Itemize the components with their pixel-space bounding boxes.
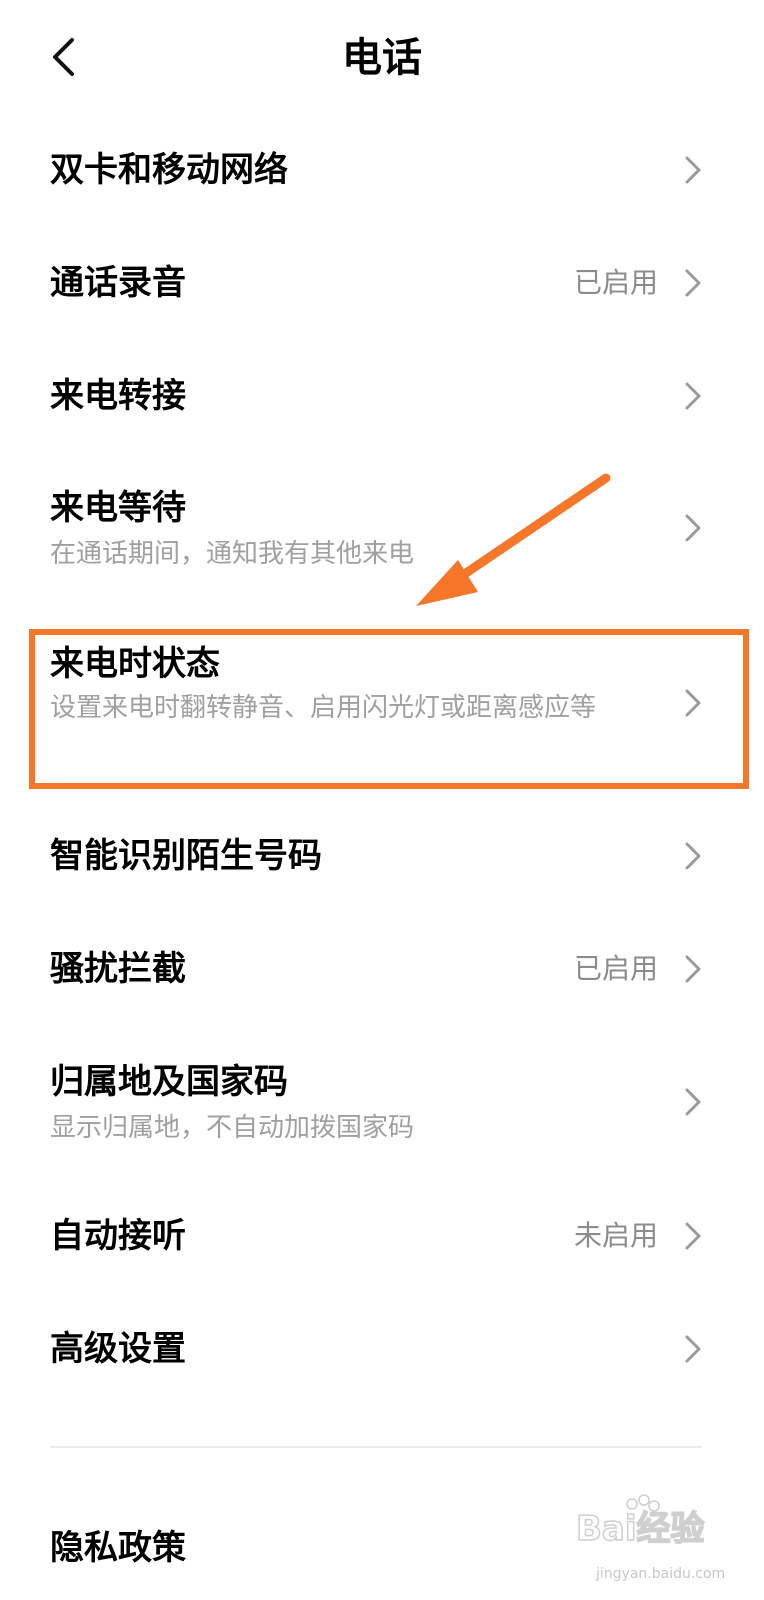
baidu-jingyan-watermark: Bai经验 [575,1494,705,1550]
annotation-arrow-icon [416,473,611,606]
chevron-right-icon [685,514,701,542]
item-status-value: 已启用 [573,266,658,299]
page-title: 电话 [342,35,422,81]
chevron-right-icon [685,1335,701,1363]
item-title: 双卡和移动网络 [50,150,288,190]
chevron-right-icon [685,1222,701,1250]
settings-item-call-forwarding[interactable]: 来电转接 [0,348,764,444]
settings-item-dual-sim[interactable]: 双卡和移动网络 [0,122,764,218]
item-title: 通话录音 [50,263,186,303]
item-title: 智能识别陌生号码 [50,836,322,876]
item-title: 归属地及国家码 [50,1062,288,1102]
settings-item-call-recording[interactable]: 通话录音 已启用 [0,235,764,331]
settings-item-location-country-code[interactable]: 归属地及国家码 显示归属地，不自动加拨国家码 [0,1038,764,1168]
settings-item-call-waiting[interactable]: 来电等待 在通话期间，通知我有其他来电 [0,464,764,594]
header-bar: 电话 [0,0,764,118]
item-status-value: 已启用 [573,952,658,985]
item-title: 来电转接 [50,376,186,416]
item-subtitle: 显示归属地，不自动加拨国家码 [50,1113,415,1143]
watermark-brand: Bai经验 [576,1509,705,1549]
section-divider [50,1446,702,1448]
settings-item-auto-answer[interactable]: 自动接听 未启用 [0,1188,764,1284]
item-title: 自动接听 [50,1216,186,1256]
item-title: 来电等待 [50,488,186,528]
chevron-right-icon [685,269,701,297]
highlight-annotation-box [29,629,749,789]
chevron-right-icon [685,156,701,184]
item-title: 隐私政策 [50,1528,186,1568]
chevron-right-icon [685,1088,701,1116]
chevron-right-icon [685,955,701,983]
item-title: 骚扰拦截 [50,949,186,989]
settings-item-advanced-settings[interactable]: 高级设置 [0,1301,764,1397]
item-status-value: 未启用 [573,1219,658,1252]
chevron-right-icon [685,382,701,410]
chevron-right-icon [685,842,701,870]
settings-item-spam-blocking[interactable]: 骚扰拦截 已启用 [0,921,764,1017]
settings-item-caller-id[interactable]: 智能识别陌生号码 [0,808,764,904]
watermark-url: jingyan.baidu.com [596,1566,726,1582]
item-title: 高级设置 [50,1329,186,1369]
